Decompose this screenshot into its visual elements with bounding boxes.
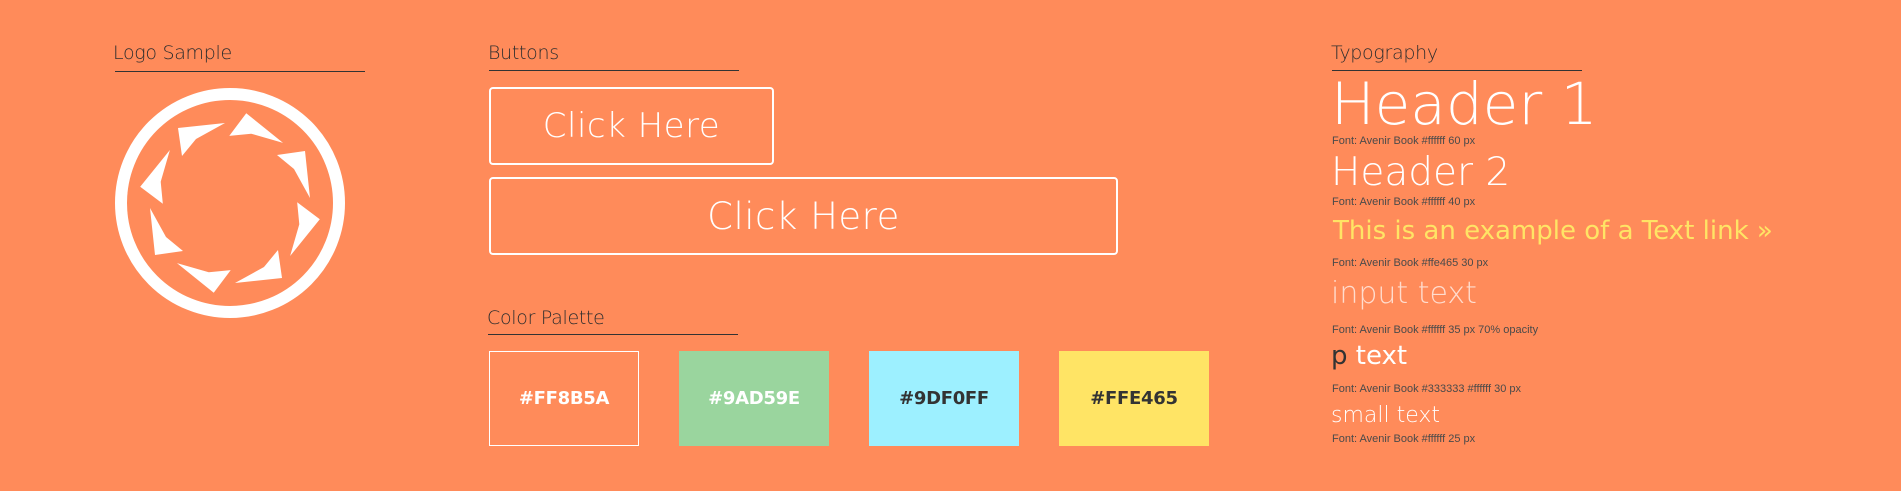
swatch-hex-label: #9AD59E [708, 388, 800, 409]
logo-section-label: Logo Sample [113, 42, 232, 64]
palette-section-rule [488, 334, 738, 335]
p-text-font-note: Font: Avenir Book #333333 #ffffff 30 px [1332, 383, 1521, 395]
header-1-sample: Header 1 [1331, 70, 1598, 138]
input-text-font-note: Font: Avenir Book #ffffff 35 px 70% opac… [1332, 324, 1539, 336]
p-text-sample: p text [1331, 339, 1407, 373]
typography-section-label: Typography [1331, 42, 1438, 64]
click-here-button-large[interactable]: Click Here [489, 177, 1118, 255]
text-link-sample[interactable]: This is an example of a Text link » [1333, 213, 1773, 249]
click-here-button-small[interactable]: Click Here [489, 87, 774, 165]
buttons-section-rule [489, 70, 739, 71]
header-2-font-note: Font: Avenir Book #ffffff 40 px [1332, 196, 1476, 208]
text-link-font-note: Font: Avenir Book #ffe465 30 px [1332, 257, 1489, 269]
header-1-font-note: Font: Avenir Book #ffffff 60 px [1332, 135, 1476, 147]
swatch-hex-label: #9DF0FF [899, 388, 989, 409]
color-swatch: #9AD59E [679, 351, 829, 446]
small-text-font-note: Font: Avenir Book #ffffff 25 px [1332, 433, 1476, 445]
swatch-hex-label: #FF8B5A [518, 388, 610, 409]
small-text-sample: small text [1331, 403, 1441, 428]
header-2-sample: Header 2 [1331, 150, 1511, 195]
swatch-hex-label: #FFE465 [1090, 388, 1178, 409]
input-text-sample: input text [1331, 276, 1477, 311]
color-swatch: #FFE465 [1059, 351, 1209, 446]
p-text-letter: p [1331, 341, 1348, 371]
color-swatch: #FF8B5A [489, 351, 639, 446]
logo-section-rule [115, 71, 365, 72]
logo-image [115, 88, 345, 318]
p-text-word: text [1355, 341, 1408, 371]
color-swatch: #9DF0FF [869, 351, 1019, 446]
palette-section-label: Color Palette [487, 307, 605, 329]
buttons-section-label: Buttons [488, 42, 559, 64]
